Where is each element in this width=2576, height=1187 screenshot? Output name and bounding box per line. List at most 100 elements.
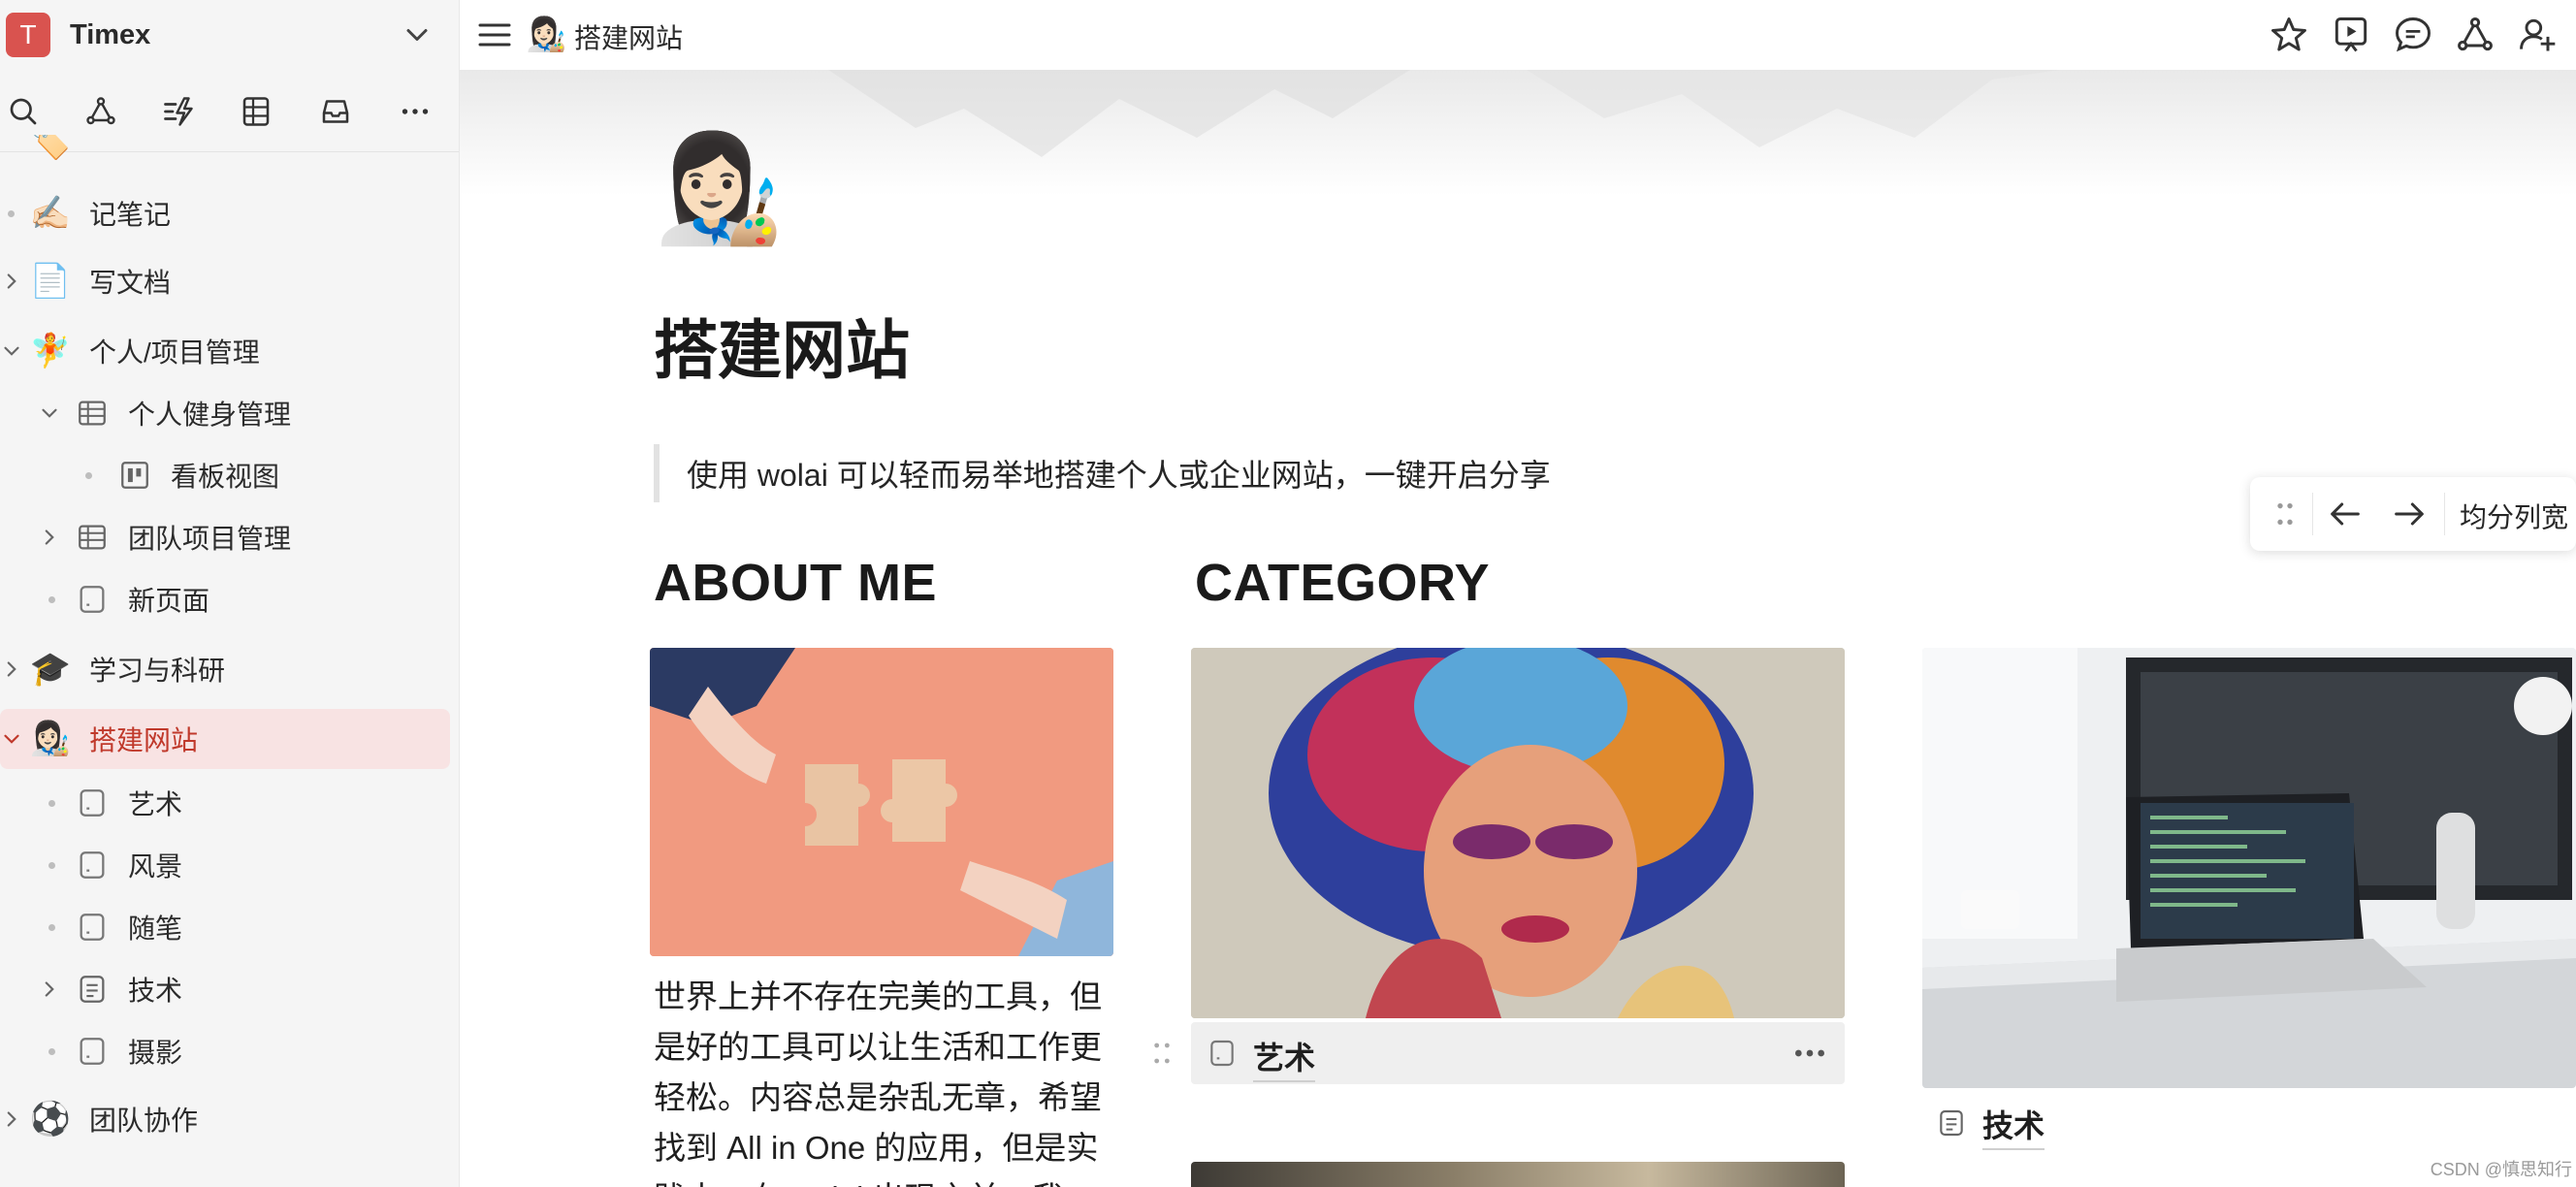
chevron-right-icon[interactable] — [0, 1107, 24, 1132]
chevron-down-icon[interactable] — [0, 726, 24, 752]
page-content: 👩🏻‍🎨 搭建网站 使用 wolai 可以轻而易举地搭建个人或企业网站，一键开启… — [460, 70, 2576, 1187]
sidebar-item-label: 看板视图 — [171, 462, 280, 492]
fairy-icon: 🧚 — [29, 333, 72, 369]
graduation-cap-icon: 🎓 — [29, 651, 72, 688]
chevron-down-icon[interactable] — [0, 338, 24, 364]
sidebar-item-label: 随笔 — [128, 914, 183, 944]
graph-icon[interactable] — [81, 92, 120, 131]
page-title[interactable]: 搭建网站 — [654, 299, 910, 392]
top-bar: 👩🏻‍🎨 搭建网站 — [460, 0, 2576, 70]
arrow-right-icon[interactable] — [2390, 495, 2429, 533]
bullet-dot-icon — [48, 799, 55, 807]
page-icon — [80, 789, 105, 817]
chevron-down-icon[interactable] — [400, 17, 435, 52]
sidebar-item-essays[interactable]: 随笔 — [0, 897, 459, 957]
add-member-icon[interactable] — [2516, 14, 2559, 56]
table-icon[interactable] — [237, 92, 275, 131]
more-icon[interactable] — [1790, 1038, 1829, 1069]
lightning-icon[interactable] — [159, 92, 198, 131]
page-icon-artist[interactable]: 👩🏻‍🎨 — [654, 126, 784, 252]
inbox-icon[interactable] — [316, 92, 355, 131]
bullet-dot-icon — [48, 1047, 55, 1055]
laptop-desk-photo — [1922, 648, 2576, 1088]
sidebar-item-tech[interactable]: 技术 — [0, 959, 459, 1019]
quote-text: 使用 wolai 可以轻而易举地搭建个人或企业网站，一键开启分享 — [687, 458, 1551, 493]
sidebar-item-partial[interactable]: 🏷️ — [0, 135, 459, 174]
about-image[interactable] — [650, 648, 1113, 956]
comment-icon[interactable] — [2392, 14, 2434, 56]
sidebar-item-build-website[interactable]: 👩🏻‍🎨 搭建网站 — [0, 709, 450, 769]
sidebar-item-study-research[interactable]: 🎓 学习与科研 — [0, 639, 459, 699]
sidebar-item-team-projects[interactable]: 团队项目管理 — [0, 507, 459, 567]
sidebar-item-fitness[interactable]: 个人健身管理 — [0, 383, 459, 443]
document-lines-icon — [80, 976, 105, 1003]
next-card-image[interactable] — [1191, 1162, 1845, 1187]
chevron-down-icon[interactable] — [37, 401, 62, 426]
about-paragraph[interactable]: 世界上并不存在完美的工具，但是好的工具可以让生活和工作更轻松。内容总是杂乱无章，… — [654, 972, 1110, 1187]
search-icon[interactable] — [4, 92, 43, 131]
present-icon[interactable] — [2330, 14, 2372, 56]
page-icon — [80, 914, 105, 941]
about-heading[interactable]: ABOUT ME — [654, 553, 937, 613]
sidebar-item-new-page[interactable]: 新页面 — [0, 569, 459, 629]
workspace-switcher[interactable]: T Timex — [0, 0, 459, 70]
bullet-dot-icon — [48, 923, 55, 931]
sidebar-item-label: 搭建网站 — [89, 725, 199, 755]
chevron-right-icon[interactable] — [0, 269, 24, 294]
sidebar-item-photography[interactable]: 摄影 — [0, 1021, 459, 1081]
sidebar-item-label: 摄影 — [128, 1038, 183, 1068]
art-card[interactable]: 艺术 — [1191, 1022, 1845, 1084]
bullet-dot-icon — [8, 209, 15, 217]
chevron-right-icon[interactable] — [37, 525, 62, 550]
sidebar-item-label: 风景 — [128, 851, 183, 882]
sidebar-item-label: 学习与科研 — [89, 656, 226, 686]
chevron-right-icon[interactable] — [0, 657, 24, 682]
art-card-image[interactable] — [1191, 648, 1845, 1018]
drag-handle-icon[interactable] — [1146, 1038, 1177, 1069]
sidebar-item-team-collab[interactable]: ⚽ 团队协作 — [0, 1089, 459, 1149]
sidebar-item-label: 团队协作 — [89, 1106, 199, 1136]
graph-icon[interactable] — [2454, 14, 2496, 56]
drag-handle-icon[interactable] — [2266, 495, 2304, 533]
equal-column-width-button[interactable]: 均分列宽 — [2460, 497, 2568, 535]
sidebar-item-notes[interactable]: ✍🏻 记笔记 — [0, 183, 459, 243]
breadcrumb-title[interactable]: 搭建网站 — [574, 17, 683, 56]
page-emoji-icon: 🏷️ — [29, 135, 72, 161]
sidebar-item-label: 记笔记 — [89, 200, 172, 230]
sidebar-item-label: 艺术 — [128, 789, 183, 819]
board-icon — [121, 462, 148, 489]
workspace-avatar: T — [6, 13, 50, 57]
quote-block[interactable]: 使用 wolai 可以轻而易举地搭建个人或企业网站，一键开启分享 — [654, 444, 1551, 502]
watermark: CSDN @慎思知行 — [2430, 1160, 2572, 1179]
page-icon — [80, 1038, 105, 1065]
writing-hand-icon: ✍🏻 — [29, 195, 72, 232]
sidebar-item-art[interactable]: 艺术 — [0, 773, 459, 833]
tech-card-image[interactable] — [1922, 648, 2576, 1088]
sidebar-item-label: 写文档 — [89, 268, 172, 298]
sidebar-item-label: 技术 — [128, 976, 183, 1006]
art-card-title[interactable]: 艺术 — [1253, 1034, 1316, 1082]
workspace-name: Timex — [70, 18, 151, 50]
artist-icon: 👩🏻‍🎨 — [29, 721, 72, 757]
bullet-dot-icon — [48, 595, 55, 603]
page-icon — [80, 851, 105, 879]
sidebar-item-project-management[interactable]: 🧚 个人/项目管理 — [0, 321, 459, 381]
page-icon — [80, 586, 105, 613]
artist-icon: 👩🏻‍🎨 — [526, 16, 567, 53]
sidebar-item-scenery[interactable]: 风景 — [0, 835, 459, 895]
sidebar-item-board-view[interactable]: 看板视图 — [0, 445, 459, 505]
star-icon[interactable] — [2268, 14, 2310, 56]
menu-icon[interactable] — [475, 16, 514, 54]
sidebar-item-docs[interactable]: 📄 写文档 — [0, 251, 459, 311]
arrow-left-icon[interactable] — [2326, 495, 2365, 533]
sidebar-item-label: 个人/项目管理 — [89, 337, 260, 368]
page-icon — [1210, 1040, 1234, 1067]
table-icon — [79, 525, 106, 550]
category-heading[interactable]: CATEGORY — [1195, 553, 1490, 613]
chevron-right-icon[interactable] — [37, 977, 62, 1002]
sidebar-item-label: 新页面 — [128, 586, 210, 616]
more-icon[interactable] — [396, 92, 435, 131]
sidebar-toolbar — [0, 81, 459, 142]
tech-card-title[interactable]: 技术 — [1982, 1102, 2045, 1150]
soccer-ball-icon: ⚽ — [29, 1101, 72, 1138]
